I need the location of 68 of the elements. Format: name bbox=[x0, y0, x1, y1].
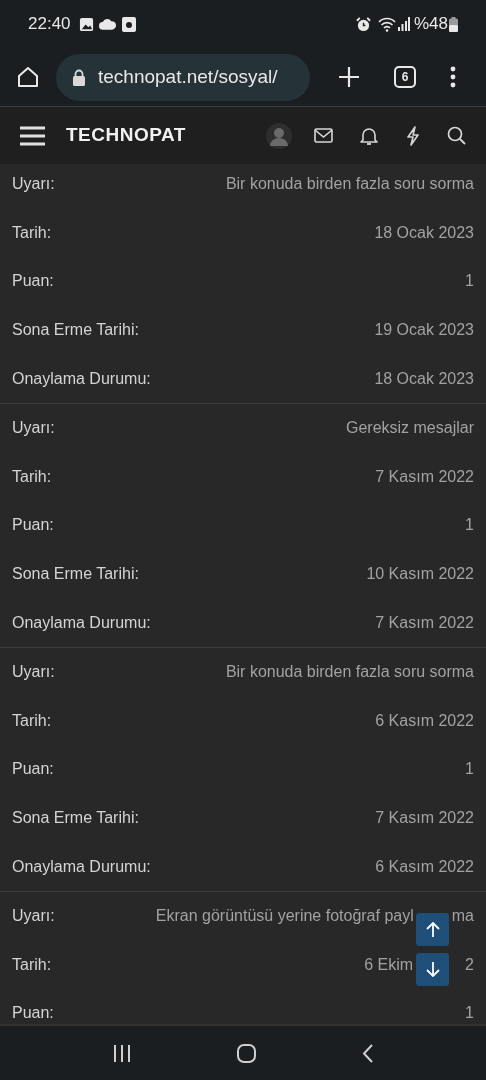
field-value: 6 Kasım 2022 bbox=[375, 710, 474, 731]
field-value: 1 bbox=[465, 271, 474, 292]
alarm-icon bbox=[355, 16, 371, 32]
signal-icon bbox=[397, 17, 410, 31]
image-icon bbox=[78, 16, 94, 32]
field-value: ma bbox=[451, 906, 474, 927]
lock-icon bbox=[72, 68, 86, 86]
field-label: Puan: bbox=[12, 271, 54, 292]
scroll-down-button[interactable] bbox=[416, 953, 449, 986]
field-value: Bir konuda birden fazla soru sorma bbox=[225, 662, 474, 683]
url-text: technopat.net/sosyal/ bbox=[98, 64, 278, 89]
battery-icon bbox=[449, 16, 458, 32]
avatar-icon[interactable] bbox=[266, 122, 292, 149]
field-value: 18 Ocak 2023 bbox=[374, 368, 474, 389]
field-label: Tarih: bbox=[12, 466, 52, 487]
tab-count-button[interactable]: 6 bbox=[394, 66, 416, 88]
field-label: Uyarı: bbox=[12, 418, 55, 439]
field-label: Onaylama Durumu: bbox=[12, 856, 151, 877]
field-label: Puan: bbox=[12, 1003, 54, 1024]
wifi-icon bbox=[377, 16, 396, 32]
plus-icon[interactable] bbox=[338, 66, 360, 88]
address-bar[interactable]: technopat.net/sosyal/ bbox=[56, 53, 310, 101]
home-nav-icon[interactable] bbox=[237, 1043, 256, 1063]
field-value: 18 Ocak 2023 bbox=[374, 222, 474, 243]
field-label: Uyarı: bbox=[12, 174, 55, 195]
field-label: Onaylama Durumu: bbox=[12, 612, 151, 633]
back-icon[interactable] bbox=[362, 1043, 373, 1063]
field-value: 1 bbox=[465, 759, 474, 780]
field-label: Tarih: bbox=[12, 954, 52, 975]
field-value: 1 bbox=[465, 515, 474, 536]
field-label: Puan: bbox=[12, 759, 54, 780]
search-icon[interactable] bbox=[447, 126, 466, 145]
field-label: Sona Erme Tarihi: bbox=[12, 564, 139, 585]
recent-apps-icon[interactable] bbox=[113, 1044, 131, 1062]
field-value: 7 Kasım 2022 bbox=[375, 612, 474, 633]
field-value: 6 Kasım 2022 bbox=[375, 856, 474, 877]
cloud-icon bbox=[98, 18, 116, 30]
field-value: 10 Kasım 2022 bbox=[366, 564, 474, 585]
field-label: Puan: bbox=[12, 515, 54, 536]
down-arrow-icon bbox=[425, 962, 440, 977]
field-label: Tarih: bbox=[12, 710, 52, 731]
menu-icon[interactable] bbox=[20, 125, 45, 146]
field-value: Ekran görüntüsü yerine fotoğraf payl bbox=[155, 906, 414, 927]
field-value: 19 Ocak 2023 bbox=[374, 320, 474, 341]
field-label: Sona Erme Tarihi: bbox=[12, 320, 139, 341]
field-value: 1 bbox=[465, 1003, 474, 1024]
field-value: 7 Kasım 2022 bbox=[375, 466, 474, 487]
field-value: 7 Kasım 2022 bbox=[375, 808, 474, 828]
mail-icon[interactable] bbox=[314, 128, 333, 143]
field-label: Uyarı: bbox=[12, 662, 55, 683]
battery-percent: %48 bbox=[413, 13, 448, 36]
scroll-up-button[interactable] bbox=[416, 913, 449, 946]
field-label: Sona Erme Tarihi: bbox=[12, 808, 139, 828]
app-icon bbox=[121, 16, 136, 32]
bell-icon[interactable] bbox=[360, 125, 378, 146]
field-value: 6 Ekim bbox=[364, 954, 414, 975]
field-value: Gereksiz mesajlar bbox=[345, 418, 474, 439]
up-arrow-icon bbox=[425, 922, 440, 937]
home-icon[interactable] bbox=[16, 65, 40, 89]
more-icon[interactable] bbox=[450, 66, 456, 88]
field-label: Tarih: bbox=[12, 222, 52, 243]
status-time: 22:40 bbox=[28, 13, 71, 36]
site-logo[interactable]: TECHNOPAT bbox=[66, 121, 186, 150]
field-label: Onaylama Durumu: bbox=[12, 368, 151, 389]
field-value: Bir konuda birden fazla soru sorma bbox=[225, 174, 474, 195]
field-value: 2 bbox=[465, 954, 474, 975]
field-label: Uyarı: bbox=[12, 906, 55, 927]
lightning-icon[interactable] bbox=[406, 125, 420, 146]
